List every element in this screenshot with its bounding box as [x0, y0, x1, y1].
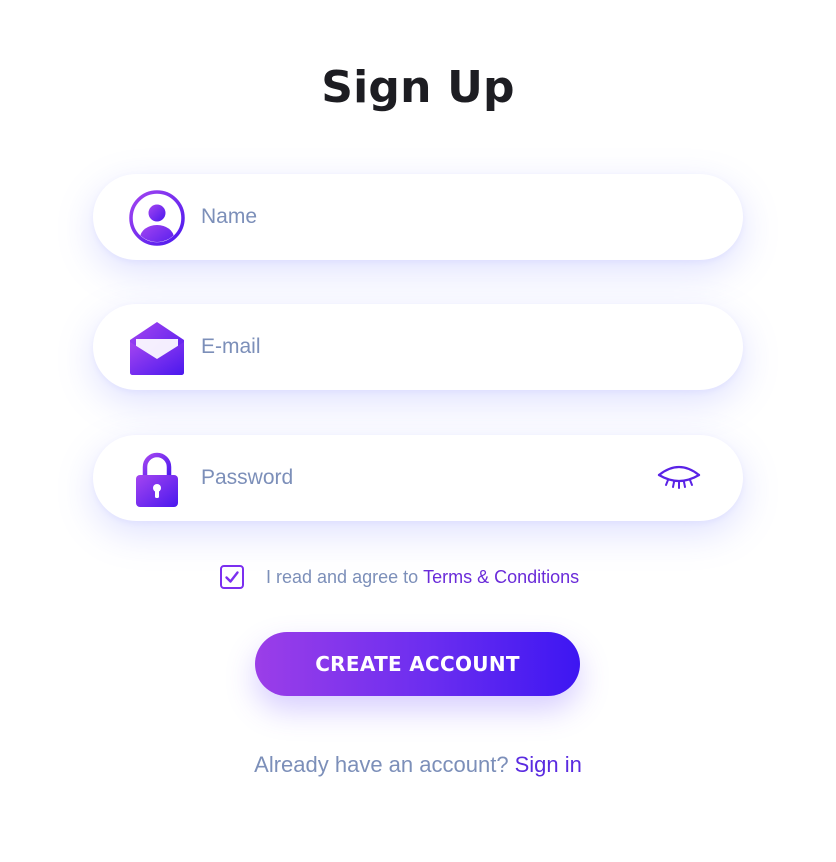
signin-prompt: Already have an account?: [254, 752, 509, 777]
signin-row: Already have an account? Sign in: [0, 752, 836, 778]
signin-link[interactable]: Sign in: [515, 752, 582, 777]
name-field[interactable]: Name: [93, 174, 743, 260]
terms-row: I read and agree to Terms & Conditions: [220, 564, 579, 590]
email-placeholder: E-mail: [201, 335, 261, 358]
checkmark-icon: [225, 571, 239, 583]
envelope-icon: [127, 318, 187, 378]
password-field[interactable]: Password: [93, 435, 743, 521]
user-icon: [127, 188, 187, 248]
page-title: Sign Up: [321, 62, 515, 113]
terms-text: I read and agree to: [266, 566, 419, 587]
terms-link[interactable]: Terms & Conditions: [423, 567, 579, 588]
email-field[interactable]: E-mail: [93, 304, 743, 390]
terms-checkbox[interactable]: [220, 565, 244, 589]
password-placeholder: Password: [201, 466, 294, 489]
create-account-button[interactable]: CREATE ACCOUNT: [255, 632, 580, 696]
eye-closed-icon[interactable]: [655, 463, 703, 493]
lock-icon: [127, 449, 187, 509]
name-placeholder: Name: [201, 205, 258, 228]
